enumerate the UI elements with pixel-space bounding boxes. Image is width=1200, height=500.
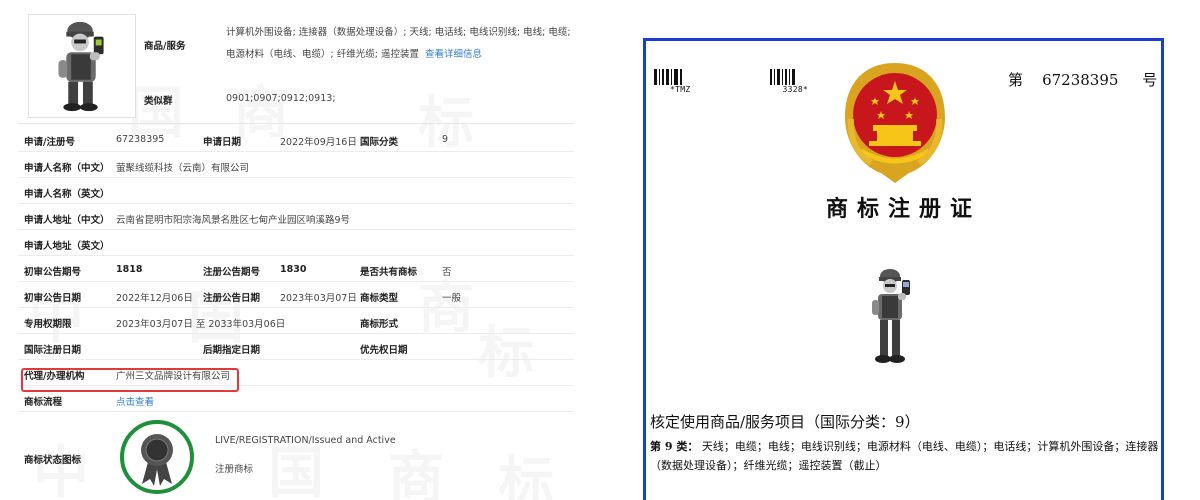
table-row: 专用权期限 2023年03月07日 至 2033年03月06日 商标形式 bbox=[18, 308, 574, 334]
reg-no-value: 67238395 bbox=[1042, 71, 1119, 89]
status-cn-text: 注册商标 bbox=[215, 464, 254, 475]
class-text: 天线；电缆；电线；电线识别线；电源材料（电线、电缆）；电话线；计算机外围设备；连… bbox=[650, 440, 1159, 472]
national-emblem-icon bbox=[845, 63, 945, 183]
process-link[interactable]: 点击查看 bbox=[116, 394, 154, 408]
applicant-cn-value: 萤聚线缆科技（云南）有限公司 bbox=[116, 163, 250, 174]
process-label: 商标流程 bbox=[24, 397, 63, 408]
reg-pub-date-value: 2023年03月07日 bbox=[280, 293, 357, 304]
reg-no-suffix: 号 bbox=[1142, 71, 1158, 89]
table-row: 申请人地址（中文） 云南省昆明市阳宗海风景名胜区七甸产业园区响溪路9号 bbox=[18, 204, 574, 230]
reg-pub-no-label: 注册公告期号 bbox=[203, 267, 261, 278]
watermark-char: 商 bbox=[388, 445, 444, 500]
reg-pub-date-label: 注册公告日期 bbox=[203, 293, 261, 304]
mark-type-value: 一般 bbox=[442, 293, 462, 304]
reg-no-prefix: 第 bbox=[1008, 71, 1024, 89]
intl-class-value: 9 bbox=[442, 134, 449, 145]
barcode-text: *TMZ 3328* bbox=[670, 85, 809, 94]
status-en-text: LIVE/REGISTRATION/Issued and Active bbox=[215, 435, 396, 446]
goods-text: 计算机外围设备; 连接器（数据处理设备）; 天线; 电话线; 电线识别线; 电线… bbox=[226, 27, 571, 60]
certificate-number: 第 67238395 号 bbox=[1008, 69, 1157, 90]
trademark-record-panel: 中 国 商 标 中 国 商 标 中 国 商 标 bbox=[18, 8, 574, 500]
worker-mascot-icon bbox=[58, 21, 104, 112]
intl-reg-date-label: 国际注册日期 bbox=[24, 345, 82, 356]
certificate-goods: 第 9 类： 天线；电缆；电线；电线识别线；电源材料（电线、电缆）；电话线；计算… bbox=[650, 437, 1160, 475]
similar-group-label: 类似群 bbox=[144, 96, 173, 107]
registration-certificate: *TMZ 3328* 第 67238395 号 商标注册证 核定使用商品/服务项… bbox=[643, 38, 1164, 500]
table-row: 初审公告期号 1818 注册公告期号 1830 是否共有商标 否 bbox=[18, 256, 574, 282]
goods-label: 商品/服务 bbox=[144, 41, 186, 52]
class-label: 第 9 类： bbox=[650, 440, 699, 453]
watermark-char: 标 bbox=[498, 450, 554, 500]
table-row: 商标流程 点击查看 bbox=[18, 386, 574, 412]
shared-label: 是否共有商标 bbox=[360, 267, 418, 278]
status-icon-label: 商标状态图标 bbox=[24, 455, 82, 466]
prelim-no-value: 1818 bbox=[116, 264, 143, 275]
address-en-label: 申请人地址（英文） bbox=[24, 241, 110, 252]
table-row: 初审公告日期 2022年12月06日 注册公告日期 2023年03月07日 商标… bbox=[18, 282, 574, 308]
table-row: 申请人名称（中文） 萤聚线缆科技（云南）有限公司 bbox=[18, 152, 574, 178]
table-row: 申请/注册号 67238395 申请日期 2022年09月16日 国际分类 9 bbox=[18, 126, 574, 152]
goods-section: 商品/服务 计算机外围设备; 连接器（数据处理设备）; 天线; 电话线; 电线识… bbox=[18, 8, 574, 124]
worker-mascot-icon bbox=[872, 269, 910, 363]
priority-date-label: 优先权日期 bbox=[360, 345, 408, 356]
exclusive-period-label: 专用权期限 bbox=[24, 319, 72, 330]
shared-value: 否 bbox=[442, 267, 452, 278]
later-date-label: 后期指定日期 bbox=[203, 345, 261, 356]
prelim-date-label: 初审公告日期 bbox=[24, 293, 82, 304]
prelim-date-value: 2022年12月06日 bbox=[116, 293, 193, 304]
app-date-label: 申请日期 bbox=[203, 137, 242, 148]
prelim-no-label: 初审公告期号 bbox=[24, 267, 82, 278]
reg-pub-no-value: 1830 bbox=[280, 264, 307, 275]
applicant-cn-label: 申请人名称（中文） bbox=[24, 163, 110, 174]
certificate-title: 商标注册证 bbox=[825, 196, 981, 222]
table-row: 申请人名称（英文） bbox=[18, 178, 574, 204]
mark-type-label: 商标类型 bbox=[360, 293, 399, 304]
similar-group-value: 0901;0907;0912;0913; bbox=[226, 93, 336, 104]
address-cn-label: 申请人地址（中文） bbox=[24, 215, 110, 226]
reg-no-value: 67238395 bbox=[116, 134, 165, 145]
address-cn-value: 云南省昆明市阳宗海风景名胜区七甸产业园区响溪路9号 bbox=[116, 215, 351, 226]
table-row: 国际注册日期 后期指定日期 优先权日期 bbox=[18, 334, 574, 360]
award-ribbon-icon bbox=[118, 418, 196, 496]
mark-form-label: 商标形式 bbox=[360, 319, 399, 330]
intl-class-label: 国际分类 bbox=[360, 137, 399, 148]
trademark-thumbnail[interactable] bbox=[28, 14, 136, 118]
reg-no-label: 申请/注册号 bbox=[24, 137, 75, 148]
app-date-value: 2022年09月16日 bbox=[280, 137, 357, 148]
view-details-link[interactable]: 查看详细信息 bbox=[425, 49, 482, 60]
applicant-en-label: 申请人名称（英文） bbox=[24, 189, 110, 200]
table-row: 申请人地址（英文） bbox=[18, 230, 574, 256]
exclusive-period-value: 2023年03月07日 至 2033年03月06日 bbox=[116, 319, 286, 330]
certificate-subtitle: 核定使用商品/服务项目（国际分类：9） bbox=[650, 413, 920, 431]
goods-list: 计算机外围设备; 连接器（数据处理设备）; 天线; 电话线; 电线识别线; 电线… bbox=[226, 22, 571, 66]
